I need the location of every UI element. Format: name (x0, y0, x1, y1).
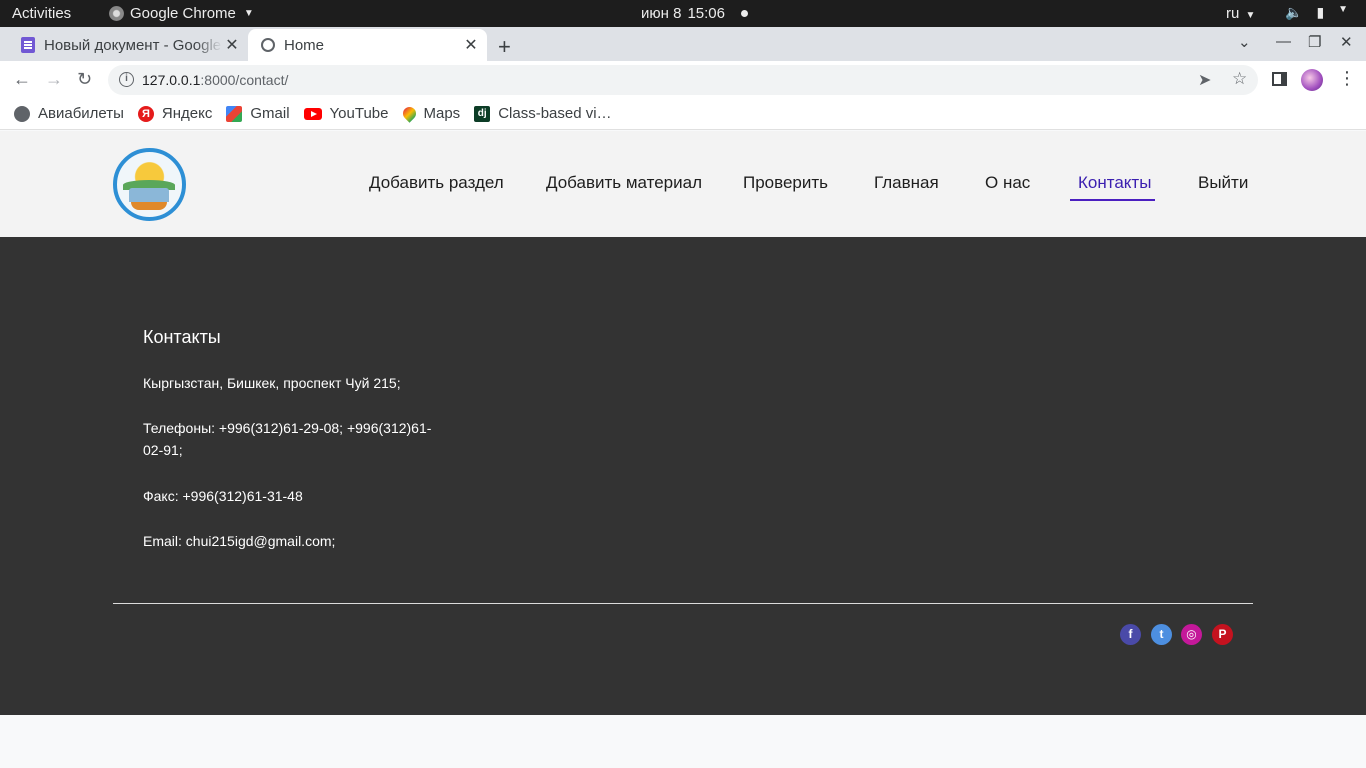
side-panel-icon[interactable] (1272, 72, 1287, 86)
chrome-icon (109, 6, 124, 21)
twitter-icon[interactable]: t (1151, 624, 1172, 645)
contact-email: Email: chui215igd@gmail.com; (143, 533, 336, 549)
restore-icon[interactable]: ❐ (1308, 33, 1321, 51)
address-bar[interactable]: i 127.0.0.1:8000/contact/ ➤ ☆ (108, 65, 1258, 95)
globe-icon (14, 105, 30, 122)
bookmark-django[interactable]: dj Class-based vi… (474, 105, 612, 122)
contact-address: Кыргызстан, Бишкек, проспект Чуй 215; (143, 375, 401, 391)
close-icon[interactable]: ✕ (461, 35, 481, 55)
bookmark-label: Яндекс (161, 105, 213, 122)
instagram-icon[interactable]: ◎ (1181, 624, 1202, 645)
new-tab-button[interactable]: + (498, 34, 511, 60)
bookmark-label: Gmail (250, 105, 290, 122)
tab-strip: Новый документ - Google ✕ Home ✕ + ⌄ — ❐… (0, 27, 1366, 61)
gmail-icon (226, 105, 243, 122)
yandex-icon: Я (137, 105, 154, 122)
forward-icon[interactable]: → (45, 69, 63, 90)
notification-dot-icon (740, 10, 748, 17)
send-icon[interactable]: ➤ (1198, 70, 1211, 90)
page-bottom (0, 715, 1366, 768)
date: июн 8 (641, 5, 682, 22)
bookmarks-bar: Авиабилеты Я Яндекс Gmail YouTube Maps dj… (0, 98, 1366, 130)
site-header: Добавить раздел Добавить материал Провер… (0, 131, 1366, 237)
reload-icon[interactable]: ↻ (77, 69, 92, 90)
clock[interactable]: июн 8 15:06 (641, 5, 748, 22)
contacts-title: Контакты (143, 327, 221, 347)
nav-contacts[interactable]: Контакты (1078, 173, 1151, 193)
system-top-bar: Activities Google Chrome ▼ июн 8 15:06 r… (0, 0, 1366, 27)
nav-add-material[interactable]: Добавить материал (546, 173, 702, 193)
close-icon[interactable]: ✕ (222, 35, 242, 55)
caret-down-icon: ▼ (243, 8, 254, 19)
url-text[interactable]: 127.0.0.1:8000/contact/ (142, 72, 288, 88)
site-info-icon[interactable]: i (119, 72, 134, 87)
bookmark-label: Авиабилеты (38, 105, 124, 122)
volume-icon: 🔈 (1285, 4, 1303, 20)
nav-logout[interactable]: Выйти (1198, 173, 1248, 193)
contact-fax: Факс: +996(312)61-31-48 (143, 488, 303, 504)
maps-icon (399, 104, 419, 123)
bookmark-youtube[interactable]: YouTube (303, 105, 389, 122)
time: 15:06 (687, 5, 725, 22)
url-host: 127.0.0.1 (142, 72, 201, 88)
tab-title: Новый документ - Google (44, 36, 222, 54)
bookmark-label: Maps (423, 105, 461, 122)
minimize-icon[interactable]: — (1276, 33, 1291, 50)
profile-avatar[interactable] (1301, 69, 1323, 91)
django-icon: dj (474, 105, 491, 122)
language-label: ru (1226, 5, 1240, 22)
app-name: Google Chrome (130, 5, 236, 22)
close-window-icon[interactable]: ✕ (1340, 33, 1353, 51)
globe-icon (261, 38, 275, 52)
google-docs-icon (21, 37, 35, 53)
contacts-section: Контакты Кыргызстан, Бишкек, проспект Чу… (0, 237, 1366, 715)
back-icon[interactable]: ← (13, 69, 31, 90)
caret-down-icon: ▼ (1338, 4, 1349, 15)
tab-google-docs[interactable]: Новый документ - Google ✕ (8, 29, 248, 61)
bookmark-star-icon[interactable]: ☆ (1232, 69, 1247, 89)
system-tray[interactable]: 🔈 ▮ ▼ (1285, 4, 1348, 21)
site-logo[interactable] (113, 148, 186, 221)
bookmark-gmail[interactable]: Gmail (226, 105, 290, 122)
browser-toolbar: ← → ↻ i 127.0.0.1:8000/contact/ ➤ ☆ ⋮ (0, 61, 1366, 98)
language-indicator[interactable]: ru ▼ (1226, 5, 1255, 22)
nav-about[interactable]: О нас (985, 173, 1030, 193)
app-menu[interactable]: Google Chrome ▼ (109, 5, 254, 22)
caret-down-icon: ▼ (1245, 10, 1256, 21)
nav-add-section[interactable]: Добавить раздел (369, 173, 504, 193)
menu-icon[interactable]: ⋮ (1338, 68, 1356, 89)
pinterest-icon[interactable]: P (1212, 624, 1233, 645)
nav-check[interactable]: Проверить (743, 173, 828, 193)
youtube-icon (303, 107, 322, 120)
footer-divider (113, 603, 1253, 604)
active-nav-underline (1070, 199, 1155, 201)
tab-title: Home (284, 36, 325, 54)
bookmark-yandex[interactable]: Я Яндекс (137, 105, 213, 122)
tab-search-icon[interactable]: ⌄ (1238, 33, 1251, 51)
activities-button[interactable]: Activities (12, 5, 71, 22)
tab-home[interactable]: Home ✕ (248, 29, 487, 61)
battery-icon: ▮ (1316, 4, 1325, 20)
bookmark-aviabilety[interactable]: Авиабилеты (14, 105, 124, 122)
bookmark-maps[interactable]: Maps (399, 104, 461, 123)
bookmark-label: Class-based vi… (498, 105, 612, 122)
nav-home[interactable]: Главная (874, 173, 939, 193)
url-path: :8000/contact/ (200, 72, 289, 88)
contact-phones: Телефоны: +996(312)61-29-08; +996(312)61… (143, 420, 432, 458)
facebook-icon[interactable]: f (1120, 624, 1141, 645)
bookmark-label: YouTube (329, 105, 389, 122)
